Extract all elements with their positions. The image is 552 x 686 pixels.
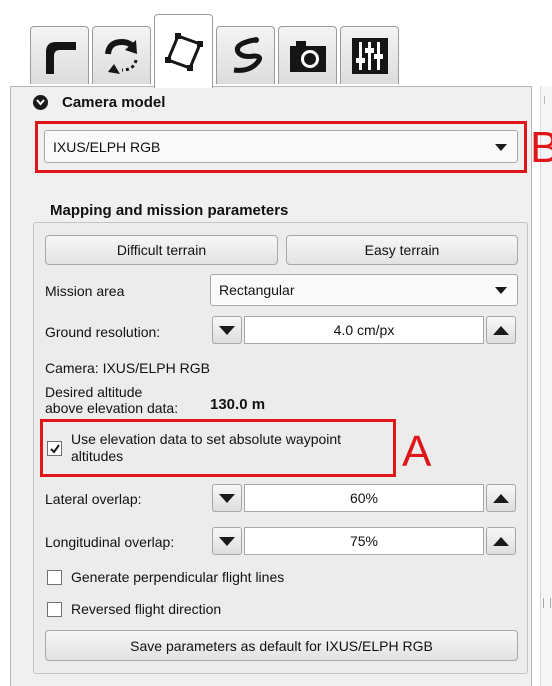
tab-camera[interactable] [278,26,337,84]
chevron-down-icon [495,287,507,294]
camera-info-text: Camera: IXUS/ELPH RGB [45,360,210,376]
reversed-direction-checkbox[interactable] [47,602,62,617]
difficult-terrain-button[interactable]: Difficult terrain [45,235,278,265]
camera-icon [289,40,326,72]
collapse-icon[interactable] [33,95,48,110]
scrollbar[interactable] [540,86,552,686]
lateral-overlap-field[interactable]: 60% [244,484,484,512]
easy-terrain-button[interactable]: Easy terrain [286,235,518,265]
polygon-mission-icon [164,32,203,71]
arrow-down-icon [219,536,235,546]
longitudinal-overlap-increment-button[interactable] [486,527,516,555]
mission-area-label: Mission area [45,283,125,299]
lateral-overlap-label: Lateral overlap: [45,491,142,507]
tab-sync[interactable] [92,26,151,84]
arrow-up-icon [493,325,509,335]
highlight-box-a [40,419,396,477]
mission-area-select[interactable]: Rectangular [210,274,518,306]
save-default-button[interactable]: Save parameters as default for IXUS/ELPH… [45,630,518,661]
perpendicular-lines-checkbox[interactable] [47,570,62,585]
desired-altitude-label: Desired altitude above elevation data: [45,384,178,416]
sync-icon [104,38,137,74]
highlight-box-b [35,121,527,173]
tab-settings[interactable] [340,26,399,84]
tab-strip [22,8,552,88]
longitudinal-overlap-decrement-button[interactable] [212,527,242,555]
annotation-a: A [402,427,432,476]
flight-path-icon [233,36,262,73]
ground-resolution-label: Ground resolution: [45,324,161,340]
takeoff-icon [45,41,76,74]
arrow-down-icon [219,493,235,503]
lateral-overlap-decrement-button[interactable] [212,484,242,512]
tab-takeoff[interactable] [30,26,89,84]
lateral-overlap-increment-button[interactable] [486,484,516,512]
mission-area-value: Rectangular [219,282,295,298]
tab-polygon-mission[interactable] [154,14,213,88]
longitudinal-overlap-label: Longitudinal overlap: [45,534,175,550]
arrow-up-icon [493,536,509,546]
sliders-icon [351,37,388,74]
ground-resolution-increment-button[interactable] [486,316,516,344]
arrow-down-icon [219,325,235,335]
tab-flight-path[interactable] [216,26,275,84]
camera-model-title: Camera model [62,94,166,111]
annotation-b: B [530,123,552,172]
desired-altitude-value: 130.0 m [210,396,266,413]
desired-altitude-label-line2: above elevation data: [45,400,179,416]
arrow-up-icon [493,493,509,503]
mapping-section-title: Mapping and mission parameters [50,202,289,219]
ground-resolution-field[interactable]: 4.0 cm/px [244,316,484,344]
perpendicular-lines-label[interactable]: Generate perpendicular flight lines [71,569,284,585]
reversed-direction-label[interactable]: Reversed flight direction [71,601,221,617]
longitudinal-overlap-field[interactable]: 75% [244,527,484,555]
desired-altitude-label-line1: Desired altitude [45,384,143,400]
ground-resolution-decrement-button[interactable] [212,316,242,344]
